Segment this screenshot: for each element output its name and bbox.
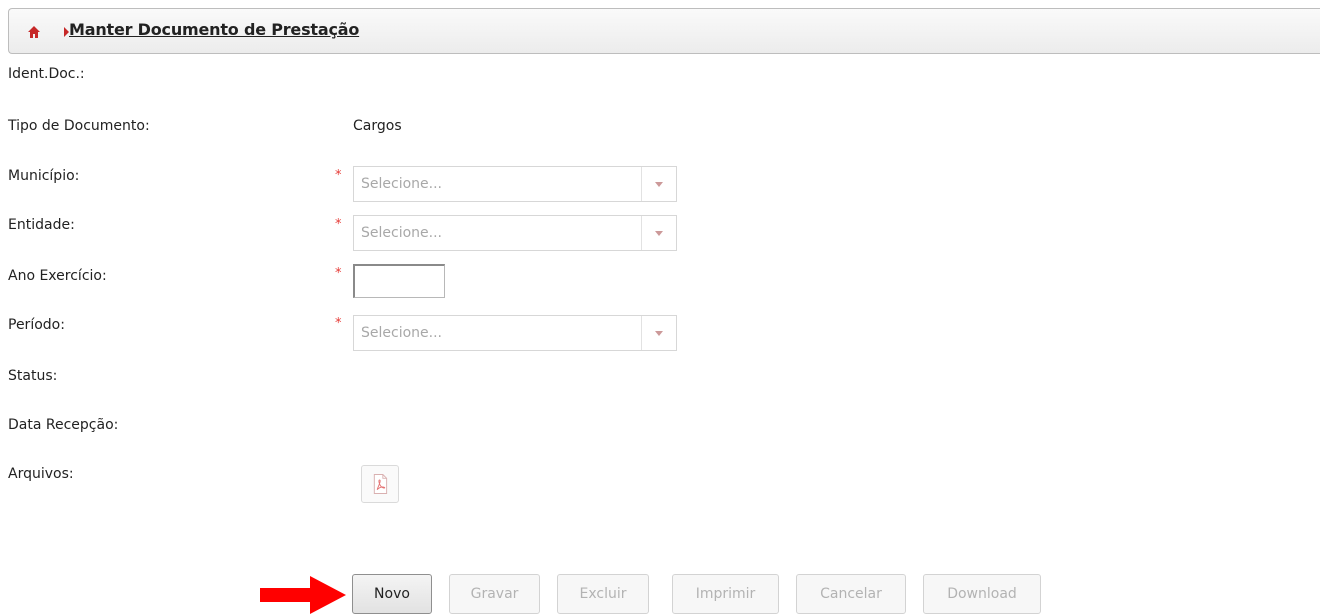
tipo-documento-label: Tipo de Documento:	[8, 118, 150, 134]
data-recepcao-label: Data Recepção:	[8, 417, 119, 433]
novo-button[interactable]: Novo	[352, 574, 432, 614]
entidade-select[interactable]: Selecione...	[353, 215, 677, 251]
arquivos-label: Arquivos:	[8, 466, 74, 482]
periodo-select[interactable]: Selecione...	[353, 315, 677, 351]
required-marker: *	[335, 316, 342, 331]
periodo-placeholder: Selecione...	[361, 325, 442, 341]
red-arrow-icon	[260, 576, 346, 614]
home-icon[interactable]	[27, 25, 41, 39]
page-header: Manter Documento de Prestação	[8, 8, 1320, 54]
imprimir-button[interactable]: Imprimir	[672, 574, 779, 614]
gravar-button[interactable]: Gravar	[449, 574, 540, 614]
ano-exercicio-input[interactable]	[353, 264, 445, 298]
ano-exercicio-label: Ano Exercício:	[8, 268, 107, 284]
pdf-file-button[interactable]	[361, 465, 399, 503]
chevron-down-icon	[655, 182, 663, 187]
municipio-select[interactable]: Selecione...	[353, 166, 677, 202]
excluir-button[interactable]: Excluir	[557, 574, 649, 614]
tipo-documento-value: Cargos	[353, 118, 402, 134]
municipio-label: Município:	[8, 168, 80, 184]
pdf-icon	[373, 474, 388, 494]
chevron-down-icon	[655, 331, 663, 336]
required-marker: *	[335, 168, 342, 183]
required-marker: *	[335, 217, 342, 232]
page-title[interactable]: Manter Documento de Prestação	[69, 20, 359, 39]
entidade-placeholder: Selecione...	[361, 225, 442, 241]
periodo-dropdown-button[interactable]	[641, 316, 676, 350]
entidade-dropdown-button[interactable]	[641, 216, 676, 250]
municipio-placeholder: Selecione...	[361, 176, 442, 192]
required-marker: *	[335, 266, 342, 281]
periodo-label: Período:	[8, 317, 65, 333]
municipio-dropdown-button[interactable]	[641, 167, 676, 201]
entidade-label: Entidade:	[8, 217, 75, 233]
cancelar-button[interactable]: Cancelar	[796, 574, 906, 614]
ident-doc-label: Ident.Doc.:	[8, 66, 85, 82]
download-button[interactable]: Download	[923, 574, 1041, 614]
chevron-down-icon	[655, 231, 663, 236]
status-label: Status:	[8, 368, 58, 384]
